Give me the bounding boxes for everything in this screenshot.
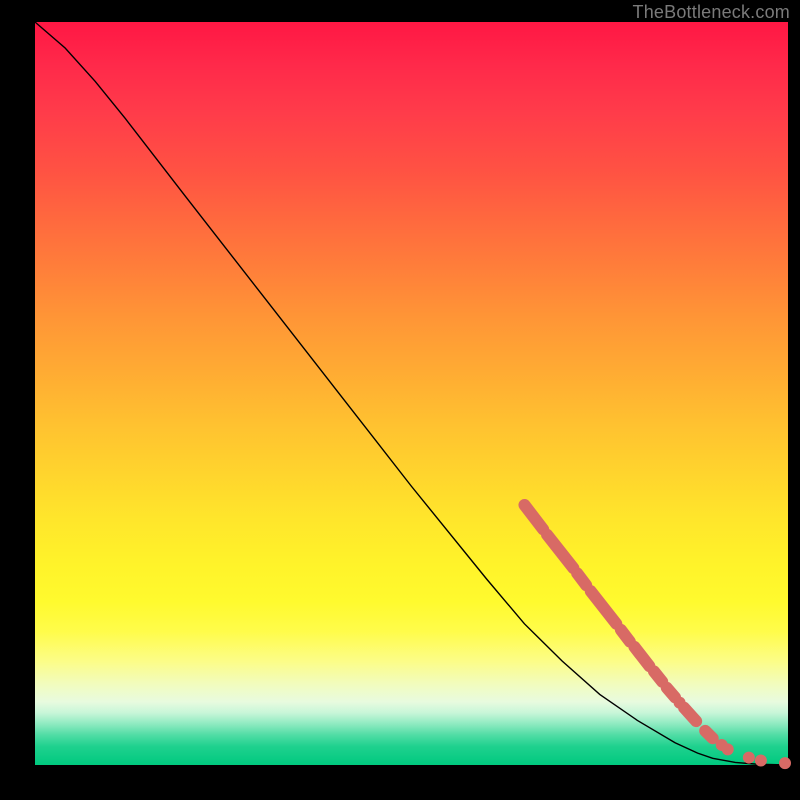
bead-segment — [654, 671, 662, 681]
bead-dot — [743, 752, 755, 764]
bead-dot — [755, 755, 767, 767]
attribution-text: TheBottleneck.com — [633, 2, 790, 23]
bead-segment — [547, 535, 573, 568]
bead-segment — [705, 731, 713, 738]
bead-dot — [779, 757, 791, 769]
bead-segment — [667, 688, 675, 698]
bead-group — [524, 505, 791, 769]
bead-dot — [722, 743, 734, 755]
chart-svg — [35, 22, 788, 765]
bead-segment — [634, 647, 649, 666]
chart-stage: TheBottleneck.com — [0, 0, 800, 800]
bead-segment — [621, 630, 630, 642]
bead-segment — [577, 573, 586, 585]
plot-area — [35, 22, 788, 765]
bead-dot — [674, 697, 686, 709]
bead-segment — [684, 708, 696, 721]
curve-line — [35, 22, 788, 765]
bead-segment — [524, 505, 543, 530]
bead-segment — [591, 591, 617, 624]
